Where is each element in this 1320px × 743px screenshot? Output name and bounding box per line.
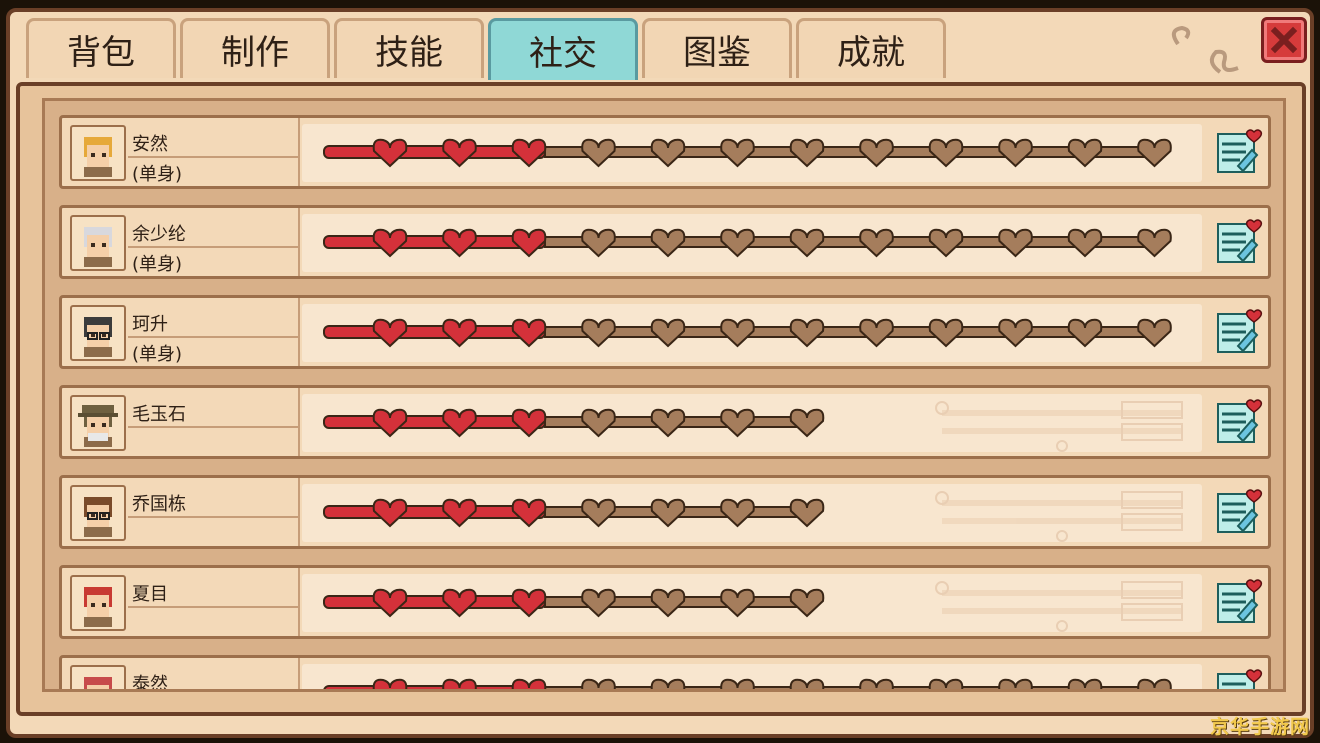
npc-row[interactable]: 珂升 (单身) [59,295,1271,369]
tab-5[interactable]: 成就 [796,18,946,78]
friendship-hearts [302,124,1202,182]
friendship-hearts [302,574,1202,632]
tab-0[interactable]: 背包 [26,18,176,78]
social-panel: 安然 (单身) 余少纶 (单身) 珂升 (单身) 毛玉石乔国栋夏目泰然 [16,82,1306,716]
npc-status: (单身) [132,344,183,365]
locked-hearts-ornament [935,401,1183,452]
npc-name: 泰然 [132,674,168,692]
npc-row[interactable]: 乔国栋 [59,475,1271,549]
npc-name: 夏目 [132,584,168,605]
npc-name-box: 泰然 [128,658,300,692]
friendship-hearts [302,664,1202,689]
npc-row[interactable]: 毛玉石 [59,385,1271,459]
npc-name: 珂升 [132,314,168,335]
name-divider [128,336,298,338]
npc-avatar [70,125,126,181]
npc-avatar [70,485,126,541]
npc-status: (单身) [132,164,183,185]
npc-list[interactable]: 安然 (单身) 余少纶 (单身) 珂升 (单身) 毛玉石乔国栋夏目泰然 [42,98,1286,692]
npc-avatar [70,305,126,361]
npc-name: 乔国栋 [132,494,186,515]
close-button[interactable] [1261,17,1307,63]
close-icon [1270,26,1298,54]
tab-4[interactable]: 图鉴 [642,18,792,78]
npc-avatar [70,575,126,631]
locked-hearts-ornament [935,581,1183,632]
friendship-hearts [302,394,1202,452]
name-divider [128,516,298,518]
npc-name: 安然 [132,134,168,155]
gift-letter-icon[interactable] [1212,576,1264,628]
npc-row[interactable]: 夏目 [59,565,1271,639]
tab-3[interactable]: 社交 [488,18,638,80]
locked-hearts-ornament [935,491,1183,542]
friendship-hearts [302,304,1202,362]
npc-avatar [70,665,126,689]
npc-name-box: 余少纶 (单身) [128,208,300,276]
npc-name-box: 毛玉石 [128,388,300,456]
npc-name: 余少纶 [132,224,186,245]
npc-row[interactable]: 泰然 [59,655,1271,692]
npc-name: 毛玉石 [132,404,186,425]
name-divider [128,246,298,248]
tab-1[interactable]: 制作 [180,18,330,78]
npc-row[interactable]: 余少纶 (单身) [59,205,1271,279]
npc-name-box: 珂升 (单身) [128,298,300,366]
name-divider [128,156,298,158]
gift-letter-icon[interactable] [1212,396,1264,448]
friendship-hearts [302,484,1202,542]
name-divider [128,606,298,608]
tab-2[interactable]: 技能 [334,18,484,78]
gift-letter-icon[interactable] [1212,306,1264,358]
npc-name-box: 乔国栋 [128,478,300,546]
gift-letter-icon[interactable] [1212,486,1264,538]
npc-name-box: 安然 (单身) [128,118,300,186]
friendship-hearts [302,214,1202,272]
npc-avatar [70,395,126,451]
gift-letter-icon[interactable] [1212,666,1264,689]
npc-name-box: 夏目 [128,568,300,636]
npc-status: (单身) [132,254,183,275]
name-divider [128,426,298,428]
npc-row[interactable]: 安然 (单身) [59,115,1271,189]
tab-bar: 背包 制作 技能 社交 图鉴 成就 [26,18,950,80]
gift-letter-icon[interactable] [1212,216,1264,268]
npc-avatar [70,215,126,271]
watermark: 京华手游网 [1210,716,1311,738]
gift-letter-icon[interactable] [1212,126,1264,178]
